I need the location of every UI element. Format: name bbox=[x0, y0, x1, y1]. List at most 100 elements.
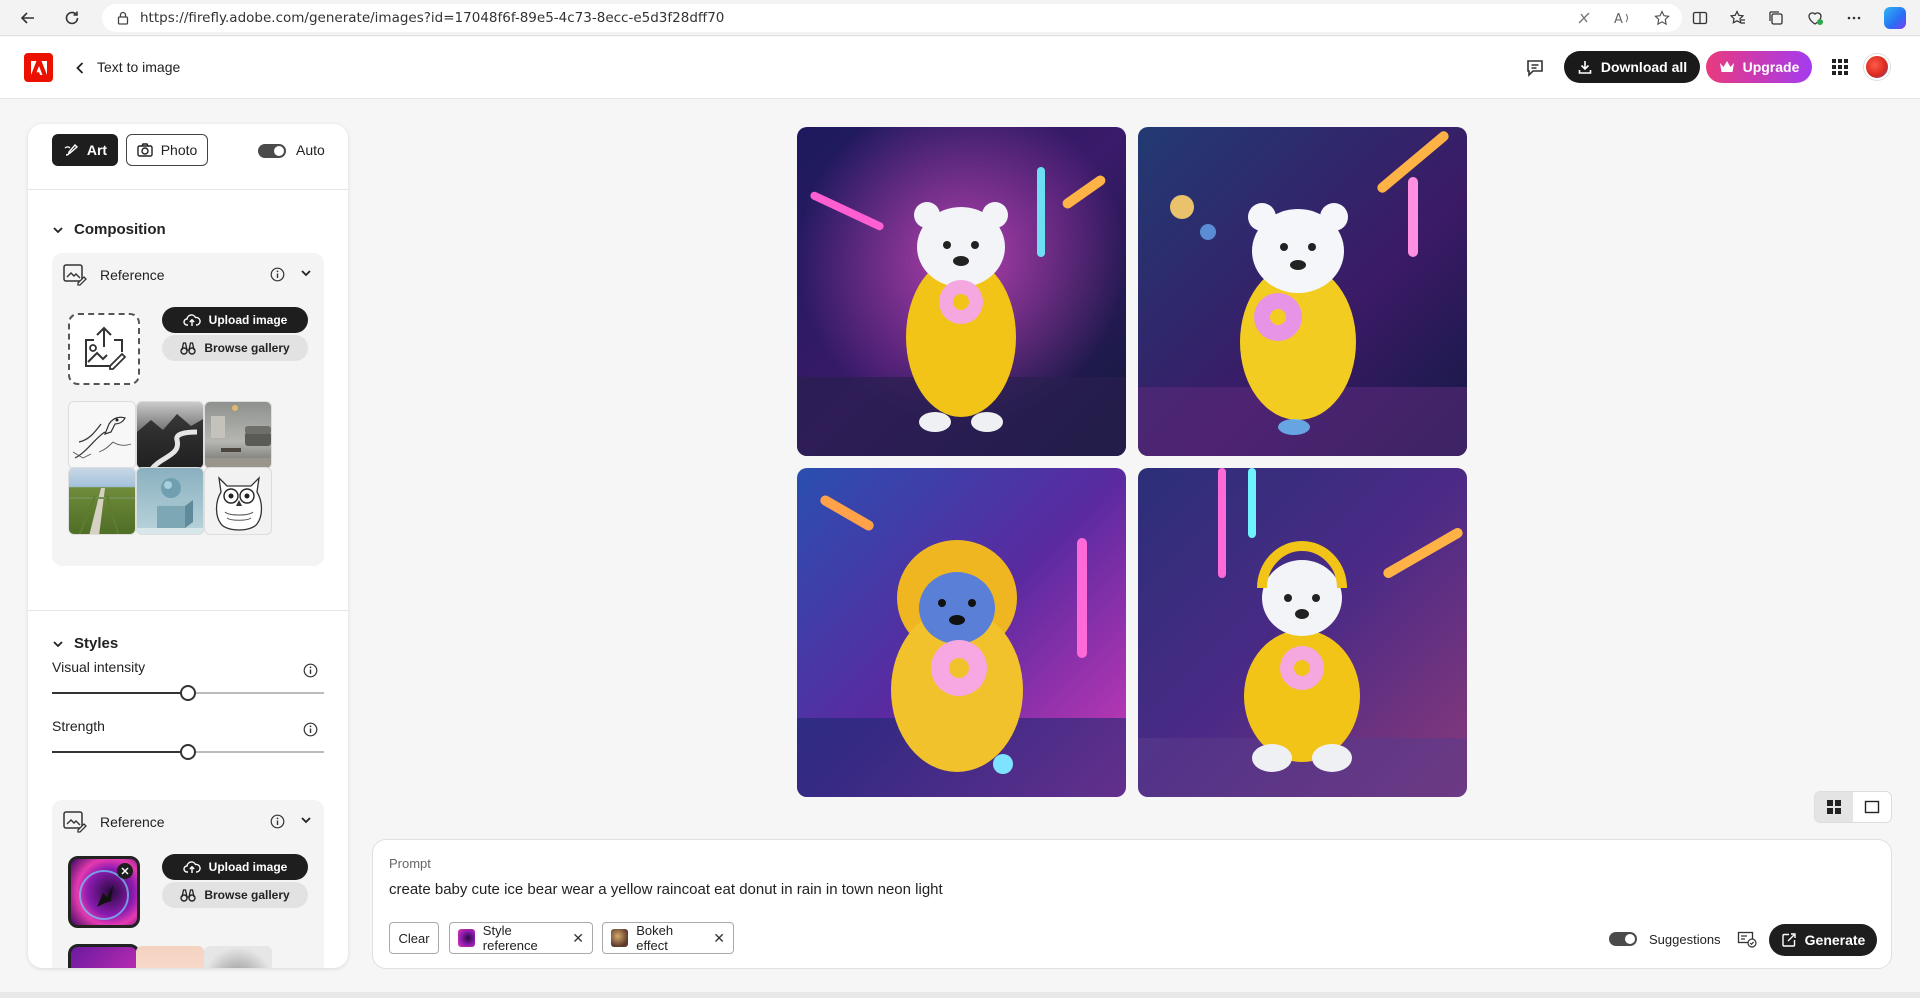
remove-tag-icon[interactable]: ✕ bbox=[572, 930, 584, 947]
strength-label: Strength bbox=[52, 718, 105, 734]
user-avatar[interactable] bbox=[1864, 54, 1890, 80]
generated-image-3[interactable] bbox=[797, 468, 1126, 797]
composition-thumbnail-green-field[interactable] bbox=[68, 467, 136, 535]
composition-thumbnail-living-room[interactable] bbox=[204, 401, 272, 469]
lock-icon[interactable] bbox=[116, 11, 130, 25]
photo-label: Photo bbox=[160, 142, 198, 158]
copilot-icon[interactable] bbox=[1884, 7, 1906, 29]
prompt-settings-icon[interactable] bbox=[1737, 930, 1757, 948]
cloud-upload-icon bbox=[183, 313, 201, 327]
prompt-label: Prompt bbox=[389, 856, 431, 871]
visual-intensity-slider[interactable] bbox=[52, 685, 324, 701]
reference-header: Reference bbox=[52, 253, 324, 297]
tag-thumbnail bbox=[611, 929, 629, 947]
content-type-art-button[interactable]: Art bbox=[52, 134, 118, 166]
visual-intensity-handle[interactable] bbox=[180, 685, 196, 701]
style-thumbnail-selected[interactable] bbox=[68, 944, 140, 968]
info-icon[interactable] bbox=[270, 814, 285, 829]
style-thumbnail[interactable] bbox=[204, 946, 272, 968]
adobe-logo-icon[interactable] bbox=[24, 53, 53, 82]
prompt-input[interactable]: create baby cute ice bear wear a yellow … bbox=[389, 881, 1389, 898]
upload-image-button[interactable]: Upload image bbox=[162, 854, 308, 880]
styles-title: Styles bbox=[74, 635, 119, 652]
composition-thumbnail-bird-sketch[interactable] bbox=[68, 401, 136, 469]
bokeh-effect-tag[interactable]: Bokeh effect ✕ bbox=[602, 922, 734, 954]
upload-image-button[interactable]: Upload image bbox=[162, 307, 308, 333]
selected-style-reference[interactable] bbox=[68, 856, 140, 928]
suggestions-toggle[interactable] bbox=[1609, 932, 1637, 946]
reference-upload-dropzone[interactable] bbox=[68, 313, 140, 385]
binoculars-icon bbox=[180, 341, 197, 355]
composition-thumbnail-owl-sketch[interactable] bbox=[204, 467, 272, 535]
read-aloud-icon[interactable]: A bbox=[1614, 10, 1632, 26]
image-upload-icon bbox=[80, 326, 128, 372]
generated-image-1[interactable] bbox=[797, 127, 1126, 456]
styles-section-header[interactable]: Styles bbox=[52, 635, 118, 652]
single-view-icon[interactable] bbox=[1853, 792, 1891, 822]
settings-panel: Art Photo Auto Composition Reference Upl… bbox=[28, 124, 348, 968]
composition-thumbnail-sphere-block[interactable] bbox=[136, 467, 204, 535]
page-bottom-edge bbox=[0, 992, 1920, 998]
browse-gallery-button[interactable]: Browse gallery bbox=[162, 335, 308, 361]
app-header: Text to image Download all Upgrade bbox=[0, 37, 1920, 99]
chevron-down-icon[interactable] bbox=[300, 267, 312, 279]
refresh-icon[interactable] bbox=[52, 0, 92, 36]
strength-handle[interactable] bbox=[180, 744, 196, 760]
composition-thumbnail-mountain-river[interactable] bbox=[136, 401, 204, 469]
download-all-button[interactable]: Download all bbox=[1564, 51, 1700, 83]
download-icon bbox=[1577, 59, 1593, 75]
address-bar[interactable]: https://firefly.adobe.com/generate/image… bbox=[102, 4, 1682, 32]
auto-toggle[interactable] bbox=[258, 144, 286, 158]
slider-fill bbox=[52, 692, 188, 694]
browser-essentials-icon[interactable] bbox=[1806, 10, 1824, 26]
prompt-panel: Prompt create baby cute ice bear wear a … bbox=[372, 839, 1892, 969]
cloud-upload-icon bbox=[183, 860, 201, 874]
chevron-down-icon[interactable] bbox=[300, 814, 312, 826]
panel-divider bbox=[28, 610, 348, 611]
strength-slider[interactable] bbox=[52, 744, 324, 760]
split-screen-icon[interactable] bbox=[1692, 10, 1708, 26]
browse-gallery-button[interactable]: Browse gallery bbox=[162, 882, 308, 908]
clear-button[interactable]: Clear bbox=[389, 922, 439, 954]
info-icon[interactable] bbox=[303, 722, 318, 737]
composition-section-header[interactable]: Composition bbox=[52, 221, 166, 238]
content-type-photo-button[interactable]: Photo bbox=[126, 134, 208, 166]
upgrade-label: Upgrade bbox=[1742, 59, 1800, 75]
style-reference-tag[interactable]: Style reference ✕ bbox=[449, 922, 593, 954]
browse-gallery-label: Browse gallery bbox=[204, 341, 290, 355]
reference-label: Reference bbox=[100, 267, 165, 283]
generate-button[interactable]: Generate bbox=[1769, 924, 1877, 956]
binoculars-icon bbox=[180, 888, 197, 902]
collections-icon[interactable] bbox=[1768, 10, 1784, 26]
style-thumbnail[interactable] bbox=[136, 946, 204, 968]
grid-view-icon[interactable] bbox=[1815, 792, 1853, 822]
visual-intensity-label: Visual intensity bbox=[52, 659, 146, 675]
more-menu-icon[interactable] bbox=[1846, 10, 1862, 26]
bokeh-effect-label: Bokeh effect bbox=[636, 923, 674, 953]
download-all-label: Download all bbox=[1600, 59, 1688, 75]
feedback-icon[interactable] bbox=[1524, 57, 1546, 79]
composition-reference-card: Reference Upload image Browse gallery bbox=[52, 253, 324, 566]
browse-gallery-label: Browse gallery bbox=[204, 888, 290, 902]
reference-image-icon bbox=[62, 810, 88, 834]
generated-image-2[interactable] bbox=[1138, 127, 1467, 456]
reference-header: Reference bbox=[52, 800, 324, 844]
favorites-icon[interactable] bbox=[1730, 10, 1746, 26]
remove-tag-icon[interactable]: ✕ bbox=[713, 930, 725, 947]
apps-grid-icon[interactable] bbox=[1830, 57, 1850, 77]
chevron-down-icon bbox=[52, 638, 64, 650]
back-arrow-icon[interactable] bbox=[8, 0, 48, 36]
camera-icon bbox=[137, 143, 153, 157]
tracking-prevention-icon[interactable] bbox=[1576, 10, 1592, 26]
back-chevron-icon[interactable] bbox=[70, 57, 90, 79]
url-text[interactable]: https://firefly.adobe.com/generate/image… bbox=[140, 10, 724, 26]
composition-title: Composition bbox=[74, 221, 166, 238]
favorite-star-icon[interactable] bbox=[1654, 10, 1670, 26]
brush-icon bbox=[63, 142, 79, 158]
page-title: Text to image bbox=[97, 59, 181, 75]
upgrade-button[interactable]: Upgrade bbox=[1706, 51, 1812, 83]
info-icon[interactable] bbox=[270, 267, 285, 282]
generated-image-4[interactable] bbox=[1138, 468, 1467, 797]
remove-icon[interactable] bbox=[117, 863, 133, 879]
info-icon[interactable] bbox=[303, 663, 318, 678]
